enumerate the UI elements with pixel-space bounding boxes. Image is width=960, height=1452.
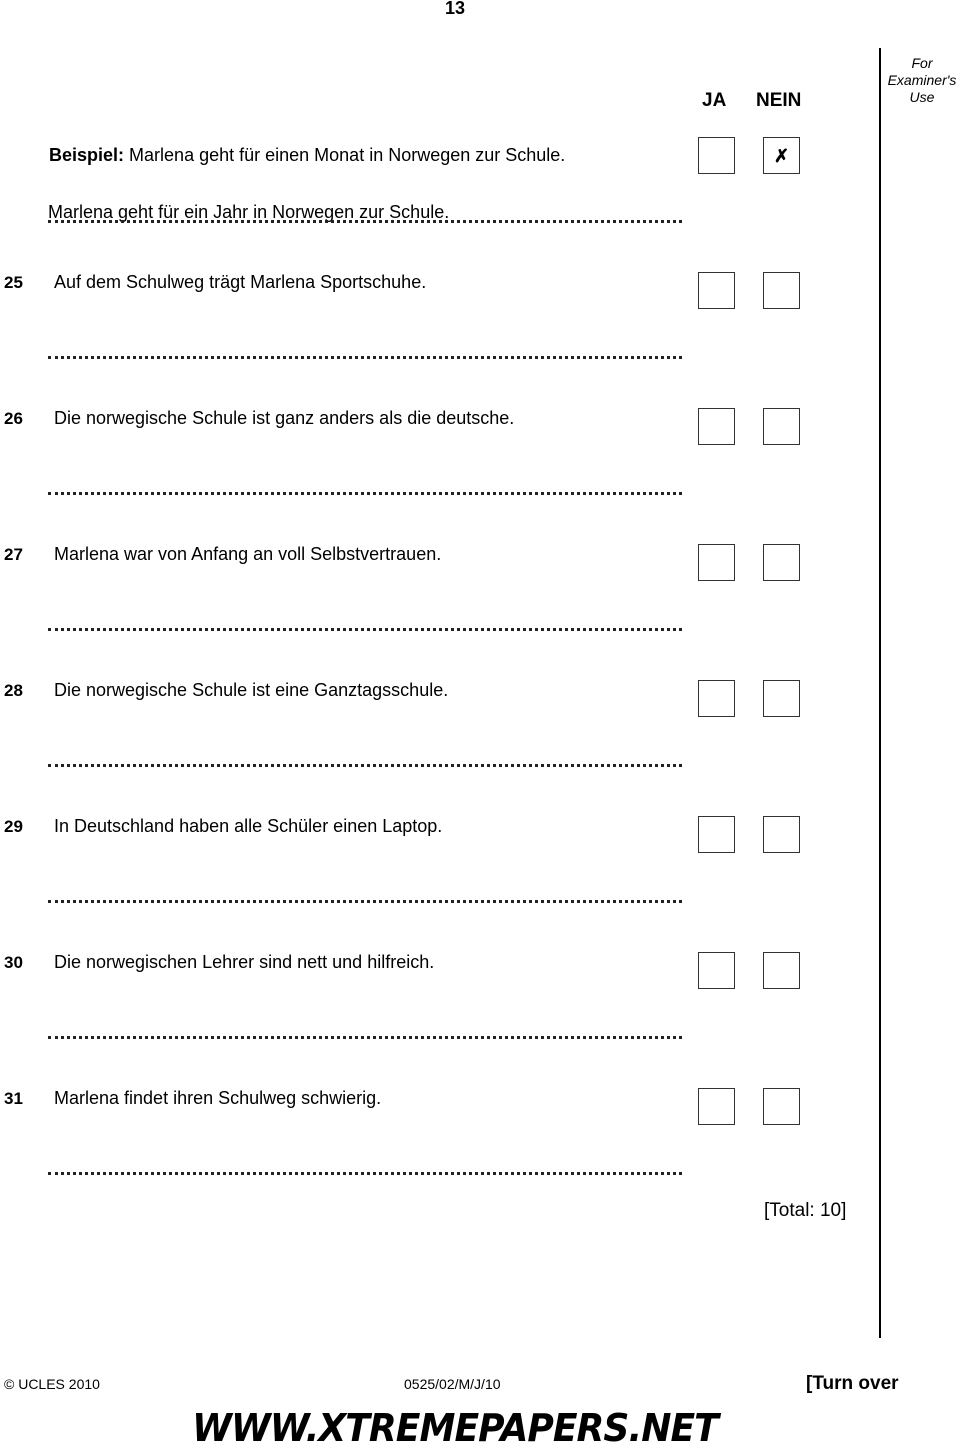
- question-text: In Deutschland haben alle Schüler einen …: [54, 816, 443, 836]
- copyright: © UCLES 2010: [4, 1376, 100, 1392]
- question-text: Die norwegischen Lehrer sind nett und hi…: [54, 952, 435, 972]
- question-number: 25: [4, 273, 23, 292]
- question-text: Marlena findet ihren Schulweg schwierig.: [54, 1088, 382, 1108]
- answer-line[interactable]: [48, 1036, 682, 1039]
- ja-checkbox[interactable]: [698, 680, 735, 717]
- ja-checkbox[interactable]: [698, 272, 735, 309]
- column-header-ja: JA: [702, 90, 727, 111]
- answer-line[interactable]: [48, 628, 682, 631]
- answer-line[interactable]: [48, 492, 682, 495]
- ja-checkbox[interactable]: [698, 408, 735, 445]
- nein-checkbox[interactable]: [763, 1088, 800, 1125]
- page-number: 13: [444, 0, 466, 18]
- question-number: 31: [4, 1089, 23, 1108]
- example-statement: Beispiel: Marlena geht für einen Monat i…: [49, 145, 565, 166]
- examiner-margin-line: [879, 48, 881, 1338]
- ja-checkbox[interactable]: [698, 1088, 735, 1125]
- total-marks: [Total: 10]: [764, 1200, 847, 1221]
- column-header-nein: NEIN: [756, 90, 802, 111]
- nein-checkbox[interactable]: [763, 816, 800, 853]
- example-answer-line: [48, 220, 682, 223]
- turn-over: [Turn over: [806, 1373, 899, 1394]
- question-number: 28: [4, 681, 23, 700]
- ja-checkbox[interactable]: [698, 816, 735, 853]
- nein-checkbox[interactable]: [763, 272, 800, 309]
- example-label: Beispiel:: [49, 145, 125, 165]
- nein-checkbox[interactable]: [763, 544, 800, 581]
- example-ja-checkbox[interactable]: [698, 137, 735, 174]
- ja-checkbox[interactable]: [698, 544, 735, 581]
- question-number: 27: [4, 545, 23, 564]
- question-number: 29: [4, 817, 23, 836]
- nein-checkbox[interactable]: [763, 952, 800, 989]
- nein-checkbox[interactable]: [763, 408, 800, 445]
- question-text: Auf dem Schulweg trägt Marlena Sportschu…: [54, 272, 427, 292]
- answer-line[interactable]: [48, 356, 682, 359]
- question-number: 30: [4, 953, 23, 972]
- example-text: Marlena geht für einen Monat in Norwegen…: [129, 145, 566, 165]
- watermark-logo: WWW.XTREMEPAPERS.NET: [192, 1406, 719, 1450]
- answer-line[interactable]: [48, 764, 682, 767]
- question-text: Die norwegische Schule ist ganz anders a…: [54, 408, 515, 428]
- question-number: 26: [4, 409, 23, 428]
- question-text: Marlena war von Anfang an voll Selbstver…: [54, 544, 442, 564]
- example-nein-checkbox[interactable]: ✗: [763, 137, 800, 174]
- nein-checkbox[interactable]: [763, 680, 800, 717]
- examiner-use-label: For Examiner's Use: [887, 55, 957, 105]
- answer-line[interactable]: [48, 900, 682, 903]
- question-text: Die norwegische Schule ist eine Ganztags…: [54, 680, 449, 700]
- ja-checkbox[interactable]: [698, 952, 735, 989]
- answer-line[interactable]: [48, 1172, 682, 1175]
- paper-code: 0525/02/M/J/10: [404, 1376, 501, 1392]
